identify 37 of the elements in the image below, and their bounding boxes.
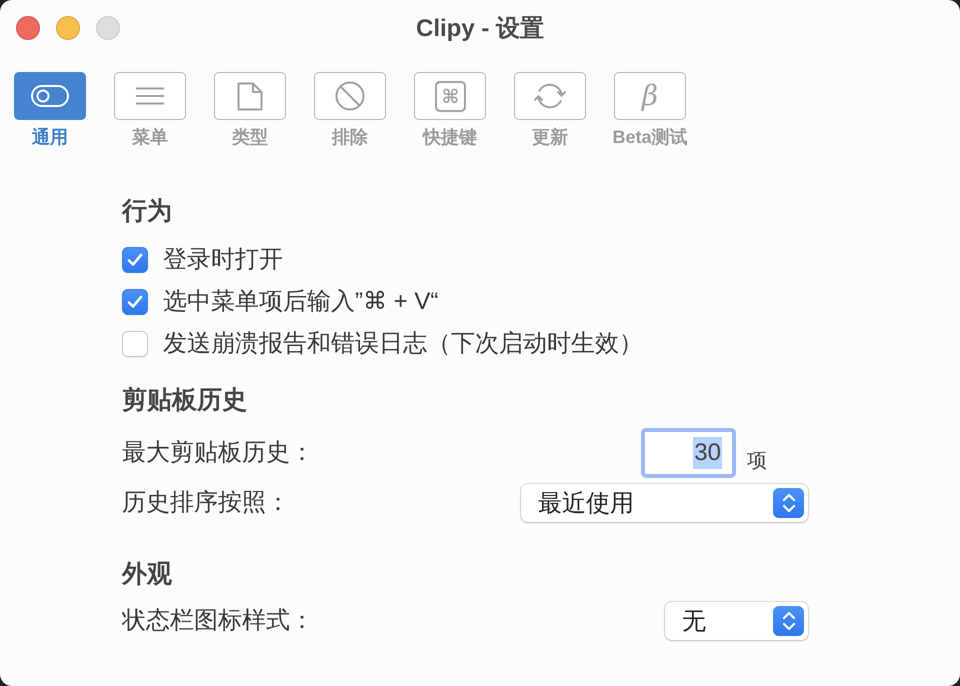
up-down-chevron-icon [773, 488, 804, 518]
checkbox[interactable] [122, 247, 148, 273]
checkmark-icon [127, 253, 143, 267]
checkbox[interactable] [122, 289, 148, 315]
toolbar-tab[interactable]: 通用 [14, 72, 86, 147]
toolbar-tab[interactable]: β Beta测试 [614, 72, 686, 147]
popup-menu[interactable]: 最近使用 [521, 484, 808, 522]
section-heading: 行为 [122, 197, 172, 225]
field-label: 最大剪贴板历史： [122, 438, 314, 468]
checkbox-label[interactable]: 发送崩溃报告和错误日志（下次启动时生效） [163, 329, 643, 359]
checkbox-label[interactable]: 登录时打开 [163, 245, 283, 275]
checkbox[interactable] [122, 331, 148, 357]
close-window-button[interactable] [16, 16, 40, 40]
field-label: 状态栏图标样式： [122, 606, 314, 636]
circular-arrows-icon [514, 72, 586, 120]
field-label: 历史排序按照： [122, 488, 290, 518]
toolbar-tab[interactable]: 菜单 [114, 72, 186, 147]
toolbar-tab[interactable]: ⌘ 快捷键 [414, 72, 486, 147]
command-key-icon: ⌘ [414, 72, 486, 120]
toolbar-tab[interactable]: 类型 [214, 72, 286, 147]
list-lines-icon [114, 72, 186, 120]
toggle-switch-icon [14, 72, 86, 120]
checkmark-icon [127, 295, 143, 309]
toolbar-tab[interactable]: 排除 [314, 72, 386, 147]
document-icon [214, 72, 286, 120]
prohibited-sign-icon [314, 72, 386, 120]
window-title: Clipy - 设置 [416, 14, 544, 44]
number-field[interactable]: 30 [641, 428, 736, 478]
section-heading: 剪贴板历史 [122, 386, 247, 414]
beta-letter-icon: β [614, 72, 686, 120]
checkbox-label[interactable]: 选中菜单项后输入”⌘ + V“ [163, 287, 438, 317]
unit-label: 项 [747, 449, 767, 473]
minimize-window-button[interactable] [56, 16, 80, 40]
popup-menu[interactable]: 无 [665, 602, 808, 640]
section-heading: 外观 [122, 560, 172, 588]
up-down-chevron-icon [773, 606, 804, 636]
toolbar-tab[interactable]: 更新 [514, 72, 586, 147]
